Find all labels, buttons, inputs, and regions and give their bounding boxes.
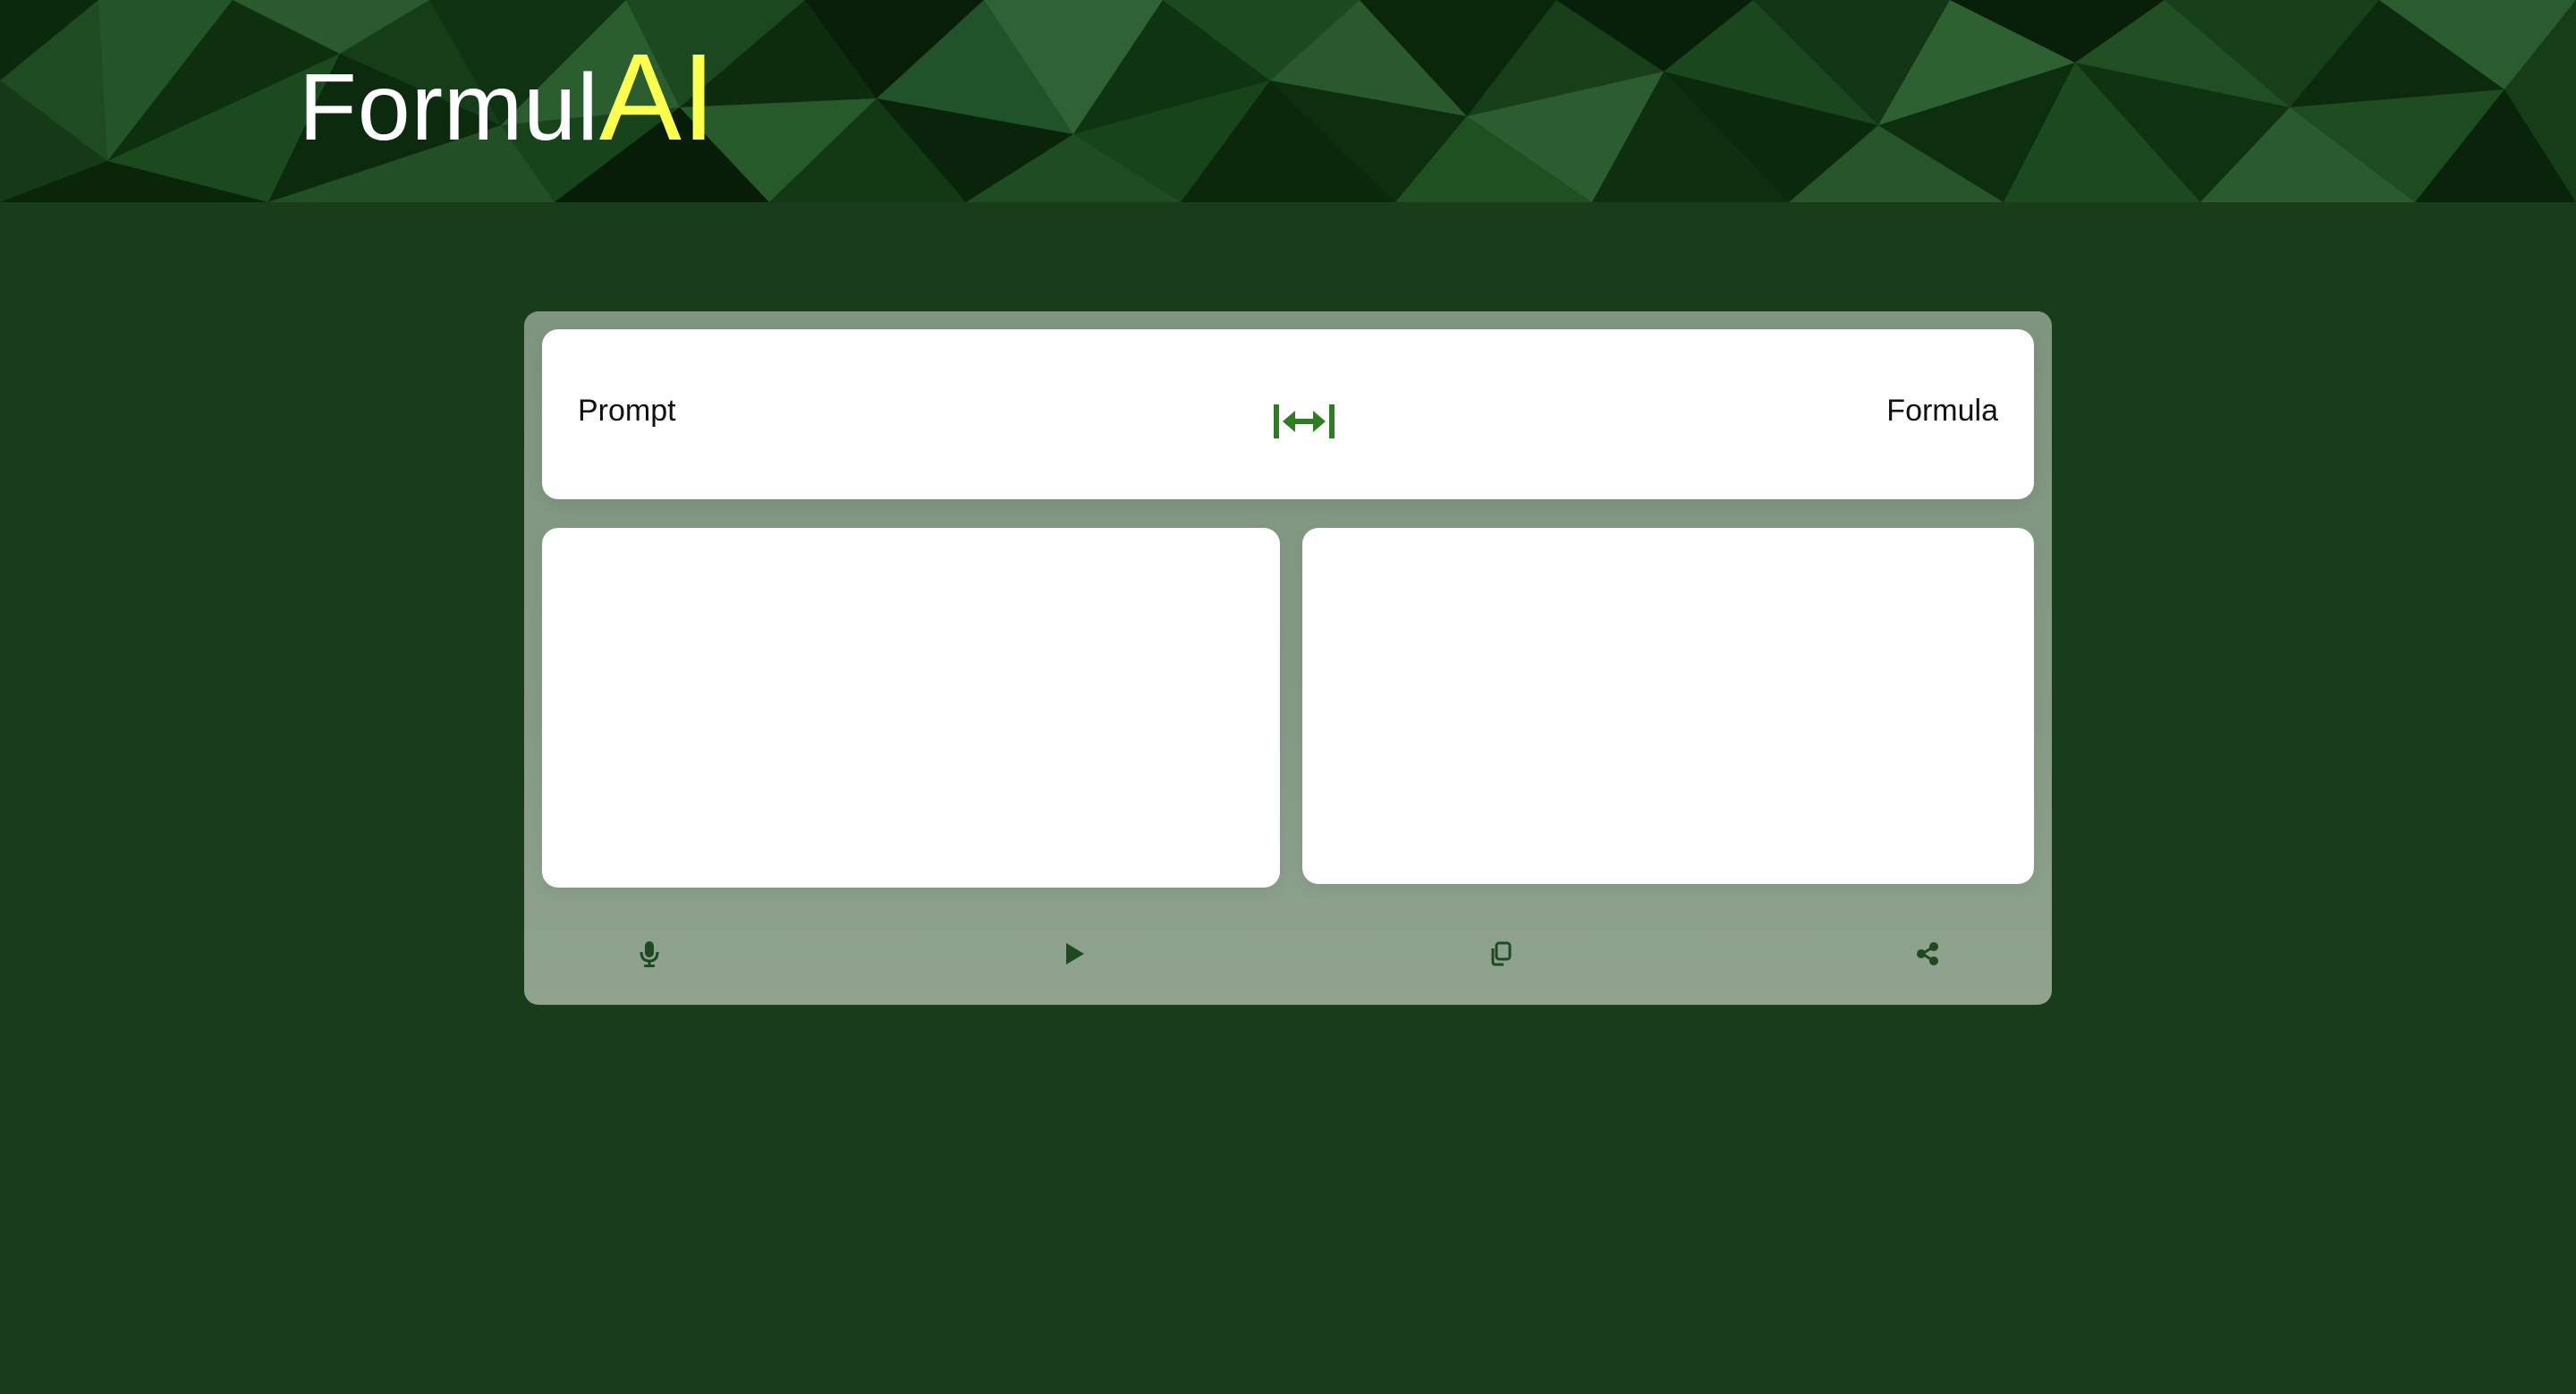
language-bar: Prompt Formula	[542, 329, 2034, 499]
microphone-icon[interactable]	[633, 938, 665, 970]
target-label[interactable]: Formula	[1886, 394, 1998, 429]
formula-box	[1302, 528, 2034, 884]
logo-text-ai: AI	[598, 29, 716, 166]
prompt-input[interactable]	[542, 528, 1280, 888]
play-icon[interactable]	[1059, 938, 1091, 970]
formula-output[interactable]	[1302, 528, 2034, 884]
app-logo: FormulAI	[299, 36, 716, 179]
logo-text-formul: Formul	[299, 55, 599, 160]
header-banner: FormulAI	[0, 0, 2576, 202]
copy-icon[interactable]	[1485, 938, 1517, 970]
translator-panel: Prompt Formula	[524, 311, 2052, 1005]
swap-arrows-icon[interactable]	[1272, 401, 1336, 442]
share-icon[interactable]	[1911, 938, 1944, 970]
prompt-box	[542, 528, 1280, 888]
source-label[interactable]: Prompt	[578, 394, 676, 429]
